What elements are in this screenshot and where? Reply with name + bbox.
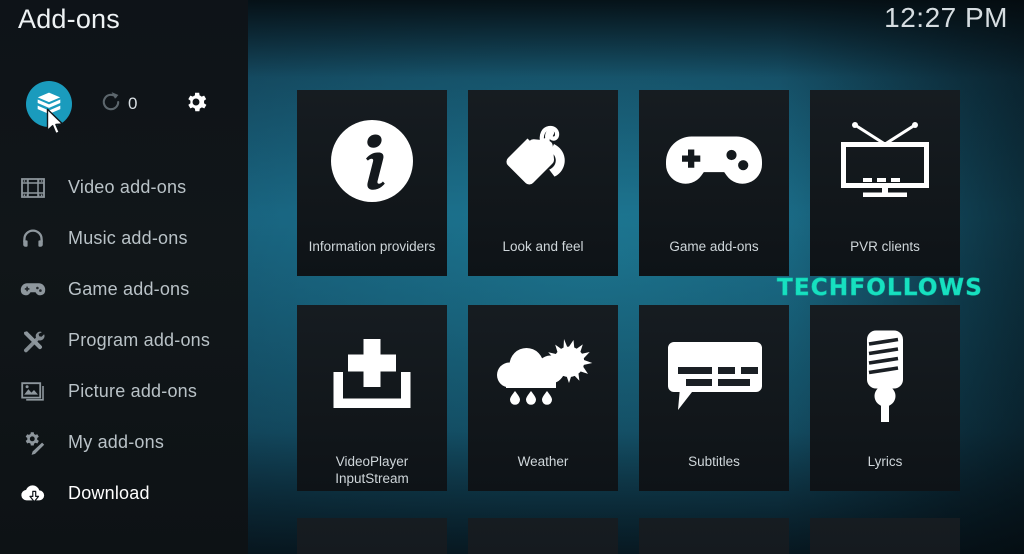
sidebar-item-game-add-ons[interactable]: Game add-ons bbox=[0, 264, 248, 315]
addon-settings-button[interactable] bbox=[178, 78, 214, 130]
sidebar-item-label: Music add-ons bbox=[68, 228, 188, 248]
tile-pvr-clients[interactable]: PVR clients bbox=[810, 90, 960, 276]
partial-icon bbox=[639, 518, 789, 554]
tile-weather[interactable]: Weather bbox=[468, 305, 618, 491]
tile-game-add-ons[interactable]: Game add-ons bbox=[639, 90, 789, 276]
tile-information-providers[interactable]: Information providers bbox=[297, 90, 447, 276]
sidebar-item-my-add-ons[interactable]: My add-ons bbox=[0, 417, 248, 468]
partial-icon bbox=[297, 518, 447, 554]
info-circle-icon bbox=[297, 90, 447, 232]
refresh-icon bbox=[99, 90, 123, 119]
sidebar-menu: Video add-ons Music add-ons Game add-ons… bbox=[0, 162, 248, 519]
headphones-icon bbox=[14, 224, 52, 254]
package-box-icon bbox=[26, 81, 72, 127]
watermark-text: TECHFOLLOWS bbox=[777, 275, 983, 301]
sidebar-item-label: My add-ons bbox=[68, 432, 165, 452]
install-from-repository-button[interactable] bbox=[24, 78, 74, 130]
partial-icon bbox=[468, 518, 618, 554]
tile-row3-4[interactable] bbox=[810, 518, 960, 554]
tile-look-and-feel[interactable]: Look and feel bbox=[468, 90, 618, 276]
sidebar-item-download[interactable]: Download bbox=[0, 468, 248, 519]
tile-label: PVR clients bbox=[850, 239, 920, 254]
gear-brush-icon bbox=[14, 428, 52, 458]
tile-label: Information providers bbox=[308, 239, 436, 254]
gamepad-icon bbox=[639, 90, 789, 232]
watermark: TECHFOLLOWS bbox=[777, 275, 983, 301]
sidebar-item-music-add-ons[interactable]: Music add-ons bbox=[0, 213, 248, 264]
sidebar-item-program-add-ons[interactable]: Program add-ons bbox=[0, 315, 248, 366]
microphone-icon bbox=[810, 305, 960, 447]
sidebar-item-label: Program add-ons bbox=[68, 330, 211, 350]
sidebar-item-video-add-ons[interactable]: Video add-ons bbox=[0, 162, 248, 213]
sidebar-item-label: Game add-ons bbox=[68, 279, 190, 299]
import-tray-icon bbox=[297, 305, 447, 447]
film-strip-icon bbox=[14, 173, 52, 203]
addons-toolbar: 0 bbox=[0, 78, 248, 130]
tools-icon bbox=[14, 326, 52, 356]
sidebar-item-label: Video add-ons bbox=[68, 177, 187, 197]
rain-sun-icon bbox=[468, 305, 618, 447]
sidebar-item-picture-add-ons[interactable]: Picture add-ons bbox=[0, 366, 248, 417]
kodi-addons-screen: 12:27 PM Add-ons 0 Video add-ons Music a… bbox=[0, 0, 1024, 554]
tile-row3-3[interactable] bbox=[639, 518, 789, 554]
tile-label: VideoPlayer InputStream bbox=[335, 454, 409, 486]
check-for-updates-button[interactable] bbox=[94, 78, 128, 130]
tile-subtitles[interactable]: Subtitles bbox=[639, 305, 789, 491]
tile-label: Subtitles bbox=[688, 454, 740, 469]
tile-videoplayer-inputstream[interactable]: VideoPlayer InputStream bbox=[297, 305, 447, 491]
photo-icon bbox=[14, 377, 52, 407]
tile-row3-1[interactable] bbox=[297, 518, 447, 554]
tile-label: Lyrics bbox=[867, 454, 903, 469]
gamepad-icon bbox=[14, 275, 52, 305]
cloud-download-icon bbox=[14, 479, 52, 509]
television-icon bbox=[810, 90, 960, 232]
speech-bubble-icon bbox=[639, 305, 789, 447]
addon-category-grid: Information providers Look and feel Game… bbox=[297, 90, 1024, 554]
tile-label: Weather bbox=[517, 454, 569, 469]
tile-label: Game add-ons bbox=[669, 239, 759, 254]
page-title: Add-ons bbox=[18, 4, 120, 34]
sidebar-item-label: Download bbox=[68, 483, 150, 503]
partial-icon bbox=[810, 518, 960, 554]
tile-label: Look and feel bbox=[502, 239, 584, 254]
clock: 12:27 PM bbox=[884, 2, 1008, 33]
tile-lyrics[interactable]: Lyrics bbox=[810, 305, 960, 491]
tile-row3-2[interactable] bbox=[468, 518, 618, 554]
sidebar-item-label: Picture add-ons bbox=[68, 381, 198, 401]
gear-icon bbox=[183, 89, 209, 120]
price-tag-icon bbox=[468, 90, 618, 232]
sidebar: Add-ons 0 Video add-ons Music add-ons Ga… bbox=[0, 0, 248, 554]
updates-count: 0 bbox=[128, 94, 138, 113]
